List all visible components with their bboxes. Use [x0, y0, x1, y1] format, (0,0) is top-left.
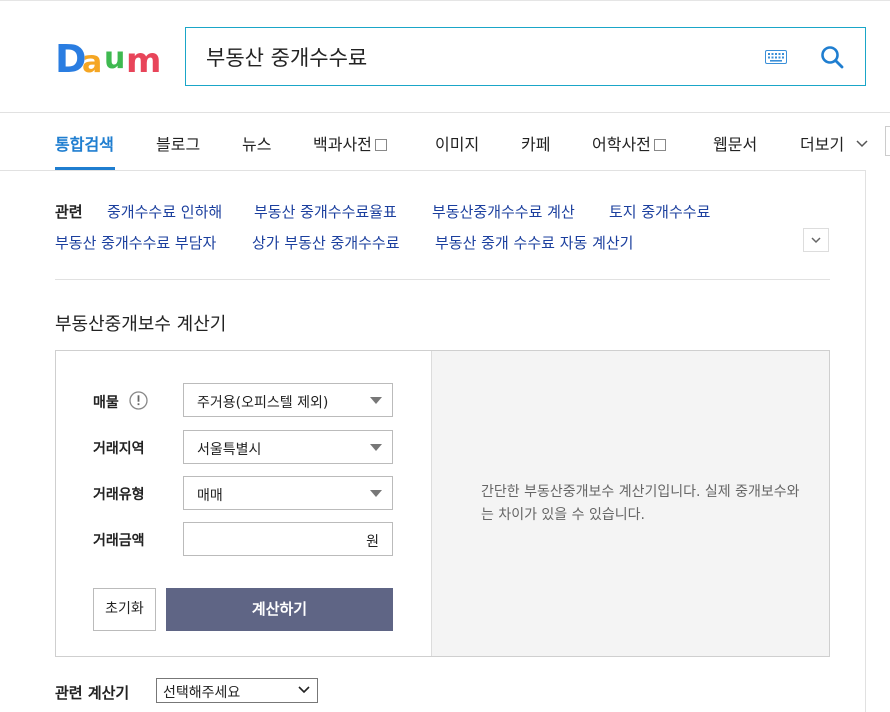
amount-input[interactable]: 원 [183, 522, 393, 556]
tab-encyclopedia[interactable]: 백과사전 [313, 131, 387, 155]
search-input[interactable] [206, 42, 746, 72]
popup-box-icon [374, 139, 387, 151]
tab-dictionary[interactable]: 어학사전 [592, 131, 666, 155]
deal-type-label: 거래유형 [93, 487, 145, 503]
daum-logo[interactable]: D a u m [55, 38, 161, 78]
tab-more[interactable]: 더보기 [800, 131, 869, 155]
tab-news[interactable]: 뉴스 [242, 131, 271, 155]
popup-box-icon [653, 139, 666, 151]
tab-images[interactable]: 이미지 [435, 131, 479, 155]
deal-type-select-value: 매매 [197, 488, 223, 504]
calculate-button[interactable]: 계산하기 [166, 588, 393, 631]
caret-down-icon [370, 397, 382, 404]
property-label: 매물 [93, 395, 119, 411]
tabs-divider [0, 170, 866, 171]
top-divider [0, 0, 890, 1]
property-select[interactable]: 주거용(오피스텔 제외) [183, 383, 393, 417]
region-select-value: 서울특별시 [197, 442, 262, 458]
reset-button[interactable]: 초기화 [93, 588, 156, 631]
region-select[interactable]: 서울특별시 [183, 430, 393, 464]
amount-label: 거래금액 [93, 533, 145, 549]
calculator-title: 부동산중개보수 계산기 [55, 314, 227, 335]
tab-cafe[interactable]: 카페 [521, 131, 550, 155]
related-divider [55, 279, 830, 280]
related-link[interactable]: 상가 부동산 중개수수료 [252, 232, 400, 253]
related-link[interactable]: 토지 중개수수료 [609, 201, 710, 222]
search-tabs: 통합검색 블로그 뉴스 백과사전 이미지 카페 어학사전 웹문서 더보기 [0, 113, 890, 170]
amount-unit: 원 [366, 534, 379, 550]
property-select-value: 주거용(오피스텔 제외) [197, 395, 329, 411]
calculator-description: 간단한 부동산중개보수 계산기입니다. 실제 중개보수와는 차이가 있을 수 있… [481, 484, 800, 523]
tab-dictionary-label: 어학사전 [592, 135, 651, 154]
related-link[interactable]: 부동산 중개수수료 부담자 [55, 232, 216, 253]
tab-more-label: 더보기 [800, 135, 845, 154]
svg-text:u: u [104, 41, 125, 76]
tab-blog[interactable]: 블로그 [156, 131, 200, 155]
related-calculator-label: 관련 계산기 [55, 684, 130, 702]
chevron-down-icon [811, 237, 821, 244]
keyboard-icon[interactable] [765, 50, 787, 64]
related-link[interactable]: 부동산중개수수료 계산 [432, 201, 575, 222]
tab-integrated[interactable]: 통합검색 [55, 131, 114, 155]
related-link[interactable]: 중개수수료 인하해 [107, 201, 222, 222]
related-label: 관련 [55, 203, 83, 221]
related-link[interactable]: 부동산 중개 수수료 자동 계산기 [435, 232, 633, 253]
chevron-down-icon [856, 140, 868, 148]
tab-encyclopedia-label: 백과사전 [313, 135, 372, 154]
search-box [185, 27, 866, 86]
related-link[interactable]: 부동산 중개수수료율표 [254, 201, 397, 222]
related-calculator-value: 선택해주세요 [163, 685, 241, 701]
caret-down-icon [370, 444, 382, 451]
chevron-down-icon [298, 686, 310, 694]
caret-down-icon [370, 490, 382, 497]
info-icon[interactable] [129, 391, 148, 410]
related-calculator-select[interactable]: 선택해주세요 [156, 678, 318, 703]
related-expand-button[interactable] [803, 228, 829, 252]
svg-text:m: m [126, 41, 161, 78]
region-label: 거래지역 [93, 441, 145, 457]
tabs-overflow-edge [885, 126, 890, 156]
tab-web-docs[interactable]: 웹문서 [713, 131, 757, 155]
svg-text:a: a [82, 45, 102, 78]
content-right-border [865, 170, 866, 712]
search-icon[interactable] [819, 44, 845, 70]
deal-type-select[interactable]: 매매 [183, 476, 393, 510]
